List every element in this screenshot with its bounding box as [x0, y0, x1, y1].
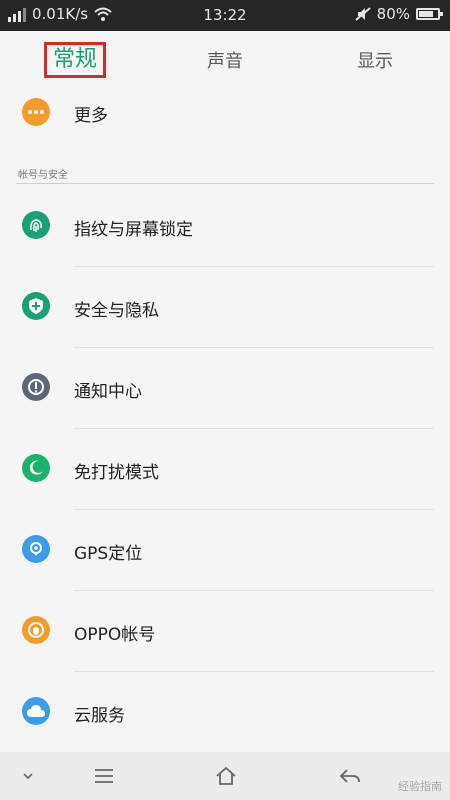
notification-icon [22, 373, 50, 401]
battery-fill [419, 11, 434, 17]
cloud-icon [22, 697, 50, 725]
tab-sound[interactable]: 声音 [150, 31, 300, 89]
back-icon[interactable] [330, 752, 370, 800]
list-item-security[interactable]: 安全与隐私 [0, 266, 450, 347]
list-item-dnd[interactable]: 免打扰模式 [0, 428, 450, 509]
list-item-label: GPS定位 [74, 544, 143, 564]
moon-icon [22, 454, 50, 482]
list-item-label: 安全与隐私 [74, 301, 159, 321]
tab-display-label: 显示 [357, 51, 393, 72]
watermark: 经验指南 [398, 780, 442, 793]
mute-icon [355, 7, 371, 21]
status-right: 80% [355, 5, 443, 23]
list-item-fingerprint[interactable]: 指纹与屏幕锁定 [0, 185, 450, 266]
list-item-label: 通知中心 [74, 382, 142, 402]
list-item-label: OPPO帐号 [74, 625, 156, 645]
more-icon [22, 98, 50, 126]
tab-general-label: 常规 [43, 42, 106, 78]
section-title: 帐号与安全 [18, 170, 68, 181]
list-item-gps[interactable]: GPS定位 [0, 509, 450, 590]
location-icon [22, 535, 50, 563]
section-divider [16, 183, 434, 184]
list-item-label: 指纹与屏幕锁定 [74, 220, 193, 240]
chevron-down-icon[interactable] [8, 752, 48, 800]
battery-icon [416, 8, 443, 20]
tab-general[interactable]: 常规 [0, 31, 150, 89]
navigation-bar: 经验指南 [0, 752, 450, 800]
account-icon [22, 616, 50, 644]
list-item-more-label: 更多 [74, 106, 108, 126]
tab-display[interactable]: 显示 [300, 31, 450, 89]
status-bar: 0.01K/s 13:22 80% [0, 0, 450, 31]
shield-icon [22, 292, 50, 320]
home-icon[interactable] [206, 752, 246, 800]
menu-icon[interactable] [84, 752, 124, 800]
tab-bar: 常规 声音 显示 [0, 31, 450, 89]
list-item-account[interactable]: OPPO帐号 [0, 590, 450, 671]
list-item-more[interactable]: 更多 [0, 90, 450, 134]
list-item-cloud[interactable]: 云服务 [0, 671, 450, 752]
fingerprint-icon [22, 211, 50, 239]
list-item-notification[interactable]: 通知中心 [0, 347, 450, 428]
battery-percent: 80% [376, 5, 410, 23]
tab-sound-label: 声音 [207, 51, 243, 72]
list-item-label: 免打扰模式 [74, 463, 159, 483]
list-item-label: 云服务 [74, 706, 125, 726]
